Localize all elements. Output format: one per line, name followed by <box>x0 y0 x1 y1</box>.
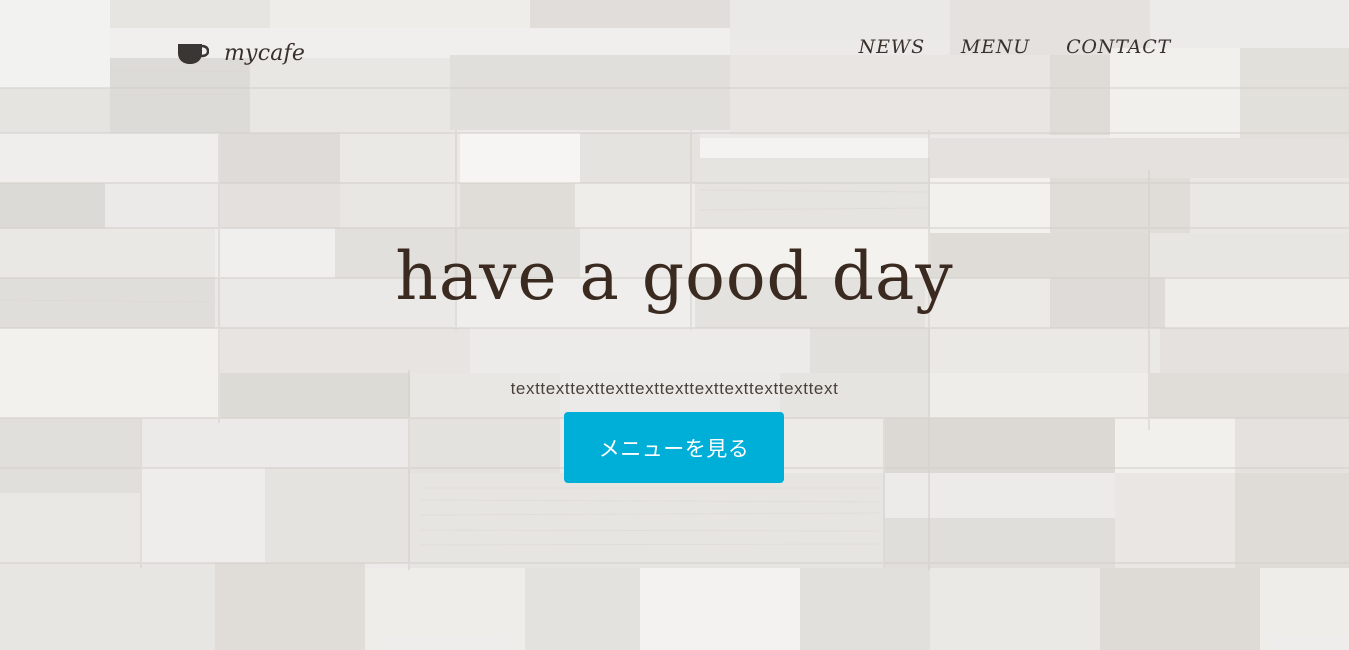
nav-item-contact[interactable]: CONTACT <box>1066 36 1171 58</box>
logo-link[interactable]: mycafe <box>177 40 305 66</box>
coffee-cup-icon <box>178 44 209 64</box>
site-header: mycafe NEWS MENU CONTACT <box>0 0 1349 110</box>
nav-item-news[interactable]: NEWS <box>859 36 925 58</box>
hero-section: mycafe NEWS MENU CONTACT have a good day… <box>0 0 1349 650</box>
main-nav: NEWS MENU CONTACT <box>859 36 1171 58</box>
logo-text: mycafe <box>224 40 306 66</box>
nav-item-menu[interactable]: MENU <box>961 36 1030 58</box>
hero-subtitle: texttexttexttexttexttexttexttexttexttext… <box>510 379 839 398</box>
hero-title: have a good day <box>395 238 954 315</box>
view-menu-button[interactable]: メニューを見る <box>564 412 784 483</box>
